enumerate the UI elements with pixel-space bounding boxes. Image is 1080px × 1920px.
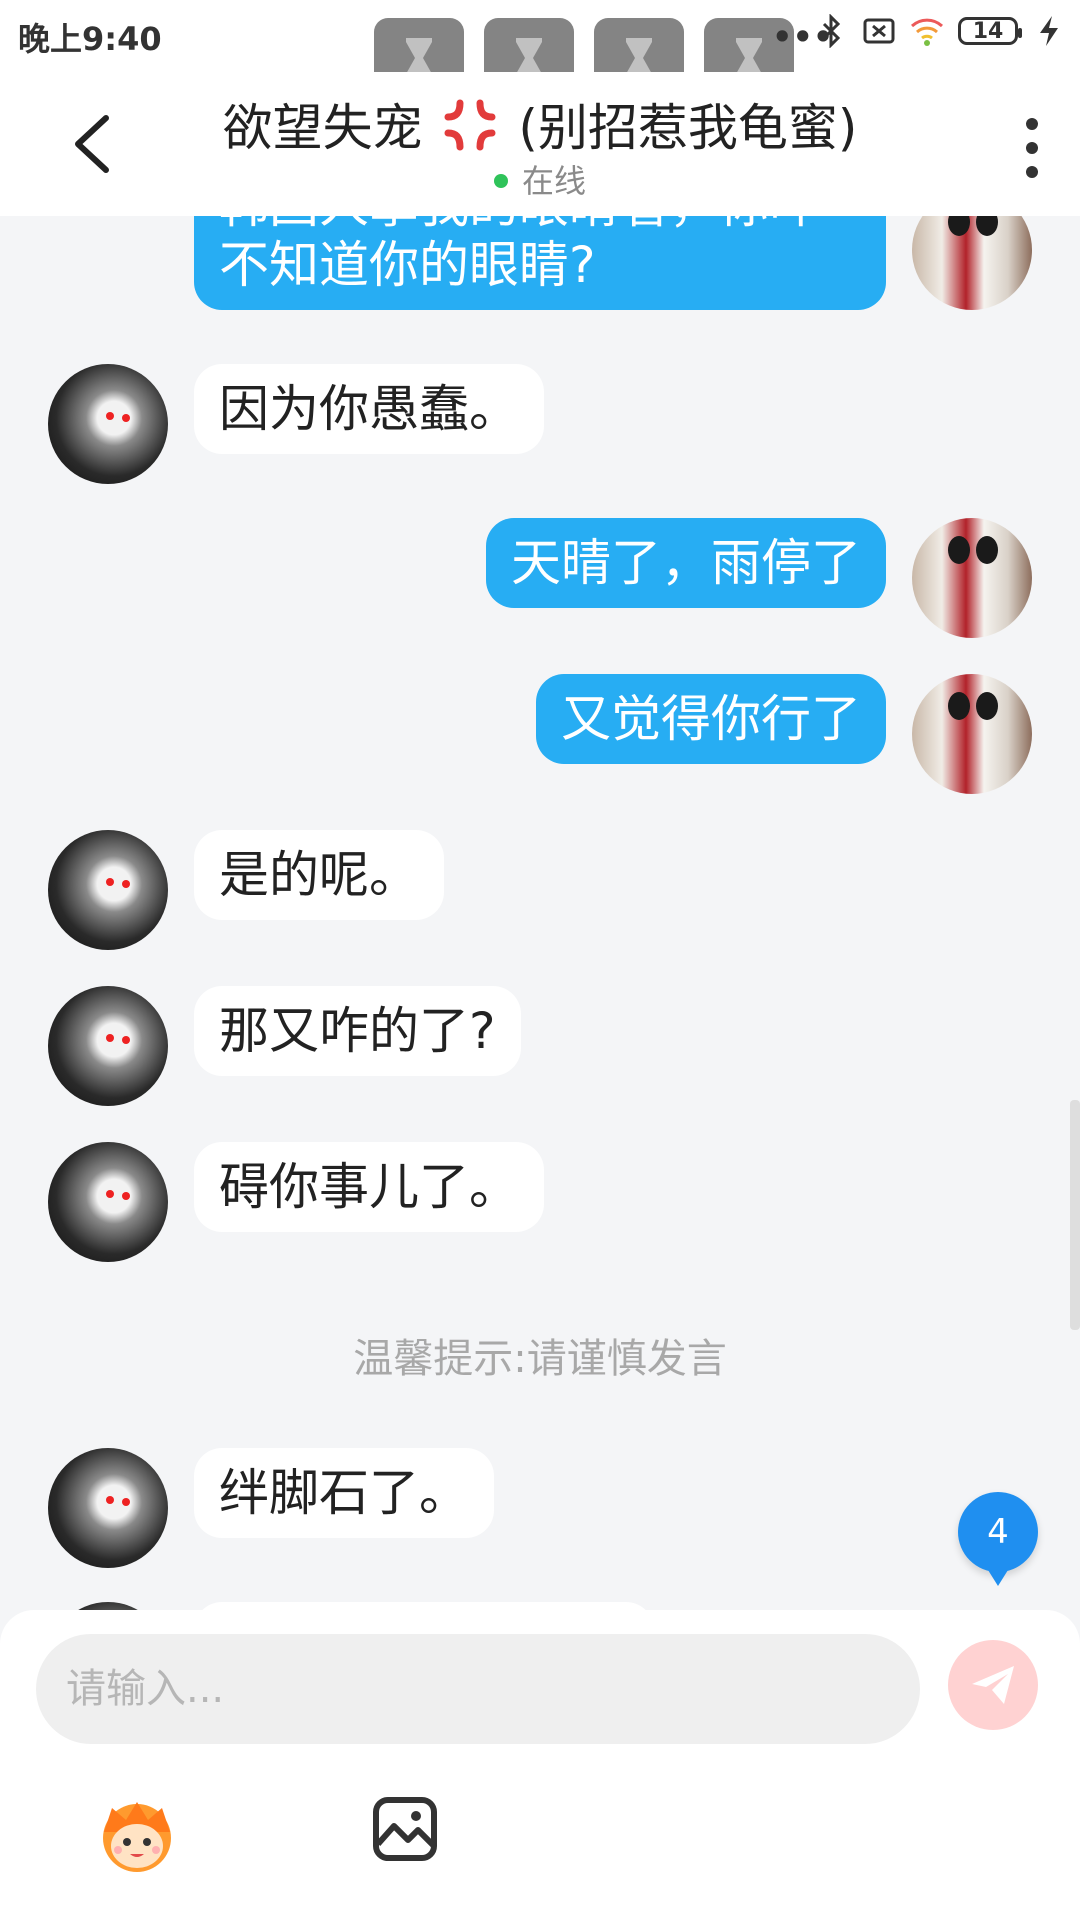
- contact-name: 欲望失宠: [222, 99, 423, 157]
- battery-level: 14: [972, 18, 1004, 44]
- message-bubble-received[interactable]: 绊脚石了。: [194, 1448, 494, 1538]
- my-avatar[interactable]: [912, 216, 1032, 310]
- my-avatar[interactable]: [912, 518, 1032, 638]
- status-icons: 14: [814, 14, 1066, 48]
- more-options-icon[interactable]: [1024, 118, 1040, 178]
- composer-panel: [0, 1610, 1080, 1920]
- status-time: 晚上9:40: [18, 20, 162, 58]
- message-bubble-received[interactable]: 碍你事儿了。: [194, 1142, 544, 1232]
- image-picker-icon[interactable]: [372, 1796, 438, 1862]
- contact-avatar[interactable]: [48, 364, 168, 484]
- message-list[interactable]: 韩国人拿我的眼睛看，你咋不知道你的眼睛? 因为你愚蠢。 天晴了，雨停了 又觉得你…: [0, 216, 1080, 1611]
- send-icon: [972, 1666, 1014, 1704]
- emoji-button-icon[interactable]: [94, 1792, 180, 1878]
- page-title: 欲望失宠 (别招惹我龟蜜): [0, 88, 1080, 160]
- contact-avatar[interactable]: [48, 830, 168, 950]
- charging-icon: [1040, 16, 1058, 46]
- message-bubble-sent[interactable]: 又觉得你行了: [536, 674, 886, 764]
- message-bubble-received[interactable]: 是的呢。: [194, 830, 444, 920]
- wifi-icon: [910, 18, 944, 46]
- online-status-label: 在线: [521, 162, 586, 200]
- contact-remark: (别招惹我龟蜜): [518, 99, 858, 157]
- my-avatar[interactable]: [912, 674, 1032, 794]
- contact-avatar[interactable]: [48, 1448, 168, 1568]
- no-sim-icon: [863, 18, 895, 44]
- send-button[interactable]: [948, 1640, 1038, 1730]
- online-status: 在线: [0, 156, 1080, 202]
- online-dot-icon: [493, 174, 508, 188]
- battery-icon: 14: [958, 17, 1022, 45]
- contact-avatar[interactable]: [48, 986, 168, 1106]
- anger-symbol-icon: [444, 99, 496, 151]
- contact-avatar[interactable]: [48, 1142, 168, 1262]
- system-tip: 温馨提示:请谨慎发言: [353, 1336, 727, 1382]
- chat-header: 欲望失宠 (别招惹我龟蜜) 在线: [0, 72, 1080, 216]
- message-bubble-received[interactable]: 那又咋的了?: [194, 986, 521, 1076]
- message-bubble-received[interactable]: 因为你愚蠢。: [194, 364, 544, 454]
- scrollbar[interactable]: [1070, 1100, 1080, 1330]
- message-bubble-sent[interactable]: 天晴了，雨停了: [486, 518, 886, 608]
- message-input[interactable]: [36, 1634, 920, 1744]
- status-bar: 晚上9:40 ••• 14: [0, 0, 1080, 104]
- message-bubble-sent[interactable]: 韩国人拿我的眼睛看，你咋不知道你的眼睛?: [194, 216, 886, 310]
- unread-count-badge[interactable]: 4: [958, 1492, 1038, 1586]
- bluetooth-icon: [822, 14, 841, 48]
